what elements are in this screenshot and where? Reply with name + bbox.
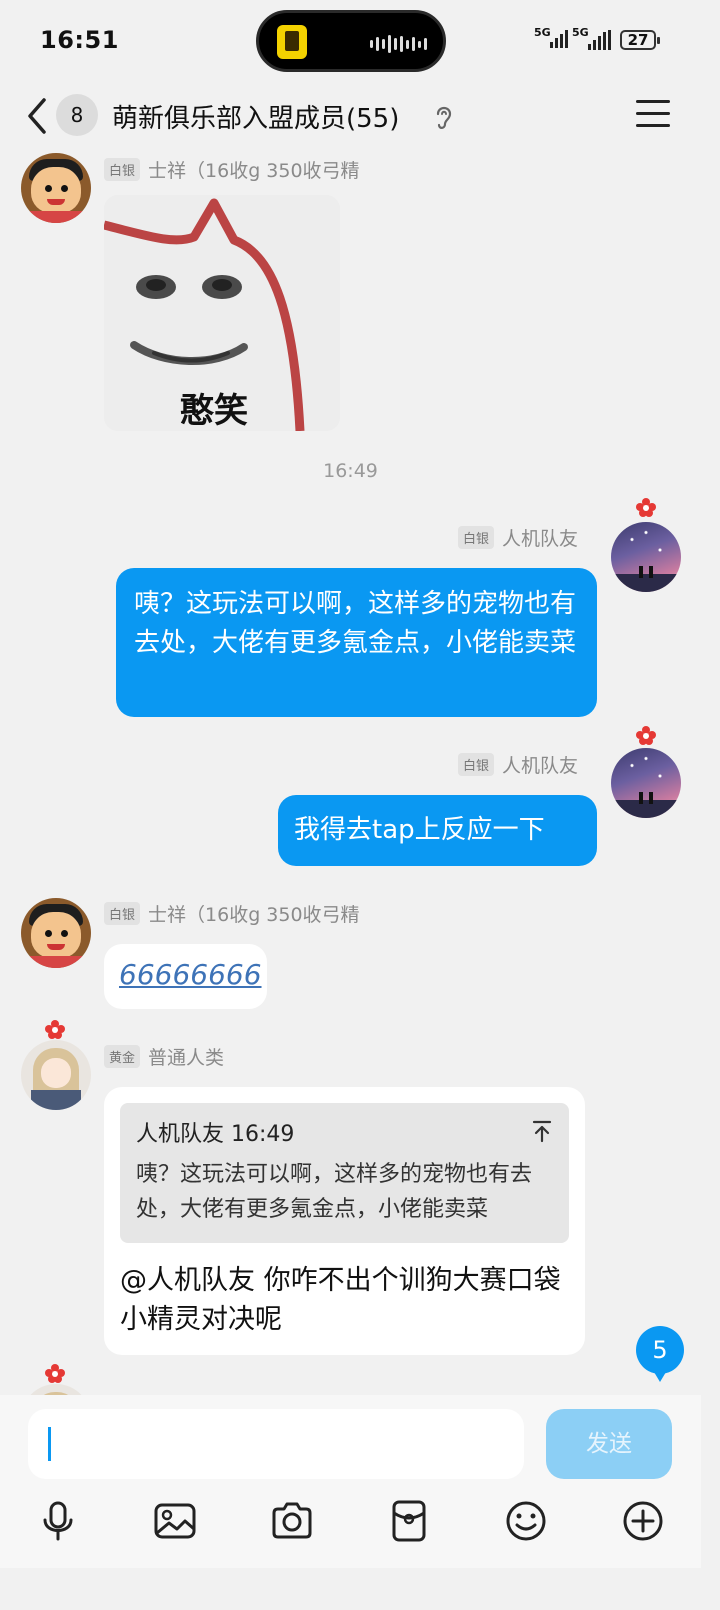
- rank-badge: 白银: [104, 158, 141, 181]
- ear-icon[interactable]: [432, 102, 456, 132]
- quoted-message[interactable]: 人机队友 16:49 咦？这玩法可以啊，这样多的宠物也有去处，大佬有更多氪金点，…: [120, 1103, 569, 1243]
- chat-bubble[interactable]: 我得去tap上反应一下: [278, 795, 597, 866]
- status-bar: 16:51 5G 5G 27: [0, 0, 701, 84]
- sender-nickname: 士祥（16收g 350收弓精: [148, 160, 360, 182]
- status-time: 16:51: [40, 26, 119, 54]
- signal-icon: 5G: [534, 26, 568, 48]
- chat-header: 8 萌新俱乐部入盟成员(55): [0, 84, 701, 150]
- text-caret: [48, 1427, 51, 1461]
- rank-badge: 黄金: [104, 1045, 141, 1068]
- crayon-shin-avatar[interactable]: [21, 898, 91, 968]
- crayon-shin-avatar[interactable]: [21, 153, 91, 223]
- signal-label: 5G: [534, 26, 551, 39]
- flower-decoration-icon: [45, 1364, 65, 1383]
- image-icon[interactable]: [153, 1499, 197, 1543]
- game-app-icon: [277, 25, 307, 59]
- starry-sky-avatar[interactable]: [611, 748, 681, 818]
- sender-nickname: 人机队友: [502, 528, 579, 550]
- rank-badge: 白银: [458, 753, 495, 776]
- plus-icon[interactable]: [621, 1499, 665, 1543]
- quote-text: 咦？这玩法可以啊，这样多的宠物也有去处，大佬有更多氪金点，小佬能卖菜: [136, 1162, 533, 1222]
- flower-decoration-icon: [636, 726, 656, 745]
- rank-badge: 白银: [104, 902, 141, 925]
- message-input[interactable]: [28, 1409, 524, 1479]
- chat-message-list[interactable]: 白银 士祥（16收g 350收弓精 憨笑 16:49 白银 人机队友 咦？这玩法…: [0, 150, 701, 1395]
- sender-nickname: 人机队友: [502, 755, 579, 777]
- signal-label-2: 5G: [572, 26, 589, 39]
- sticker-caption: 憨笑: [180, 391, 248, 431]
- message-link[interactable]: 66666666: [119, 958, 262, 991]
- sender-name: 黄金 普通人类: [104, 1043, 224, 1070]
- reply-text: @人机队友 你咋不出个训狗大赛口袋小精灵对决呢: [120, 1265, 561, 1335]
- unread-count-badge[interactable]: 8: [56, 94, 98, 136]
- anime-girl-avatar[interactable]: [21, 1384, 91, 1395]
- flower-decoration-icon: [636, 498, 656, 517]
- dynamic-island: [256, 10, 446, 72]
- emoji-icon[interactable]: [504, 1499, 548, 1543]
- sender-nickname: 士祥（16收g 350收弓精: [148, 904, 360, 926]
- group-title[interactable]: 萌新俱乐部入盟成员(55): [112, 98, 399, 135]
- chat-bubble[interactable]: 咦？这玩法可以啊，这样多的宠物也有去处，大佬有更多氪金点，小佬能卖菜: [116, 568, 597, 717]
- anime-girl-avatar[interactable]: [21, 1040, 91, 1110]
- microphone-icon[interactable]: [36, 1499, 80, 1543]
- send-button[interactable]: 发送: [546, 1409, 672, 1479]
- chat-bubble[interactable]: 人机队友 16:49 咦？这玩法可以啊，这样多的宠物也有去处，大佬有更多氪金点，…: [104, 1087, 585, 1355]
- rank-badge: 白银: [458, 526, 495, 549]
- back-arrow-icon[interactable]: [22, 96, 52, 136]
- quote-header: 人机队友 16:49: [136, 1122, 295, 1147]
- menu-icon[interactable]: [636, 100, 670, 130]
- jump-to-quote-icon[interactable]: [531, 1119, 553, 1143]
- signal-icon-2: 5G: [572, 26, 611, 50]
- sender-name: 白银 士祥（16收g 350收弓精: [104, 156, 360, 183]
- flower-decoration-icon: [45, 1020, 65, 1039]
- audio-wave-icon: [370, 35, 427, 53]
- input-bar: 发送: [0, 1395, 701, 1568]
- camera-icon[interactable]: [270, 1499, 314, 1543]
- sender-name: 白银 人机队友: [458, 524, 578, 551]
- sender-name: 白银 人机队友: [458, 751, 578, 778]
- new-message-badge[interactable]: 5: [636, 1326, 684, 1382]
- battery-icon: 27: [620, 30, 660, 50]
- chat-bubble: 66666666: [104, 944, 267, 1009]
- starry-sky-avatar[interactable]: [611, 522, 681, 592]
- message-timestamp: 16:49: [323, 460, 378, 482]
- sender-nickname: 普通人类: [148, 1047, 225, 1069]
- sticker-image[interactable]: 憨笑: [104, 195, 340, 431]
- red-packet-icon[interactable]: [387, 1499, 431, 1543]
- sender-name: 白银 士祥（16收g 350收弓精: [104, 900, 360, 927]
